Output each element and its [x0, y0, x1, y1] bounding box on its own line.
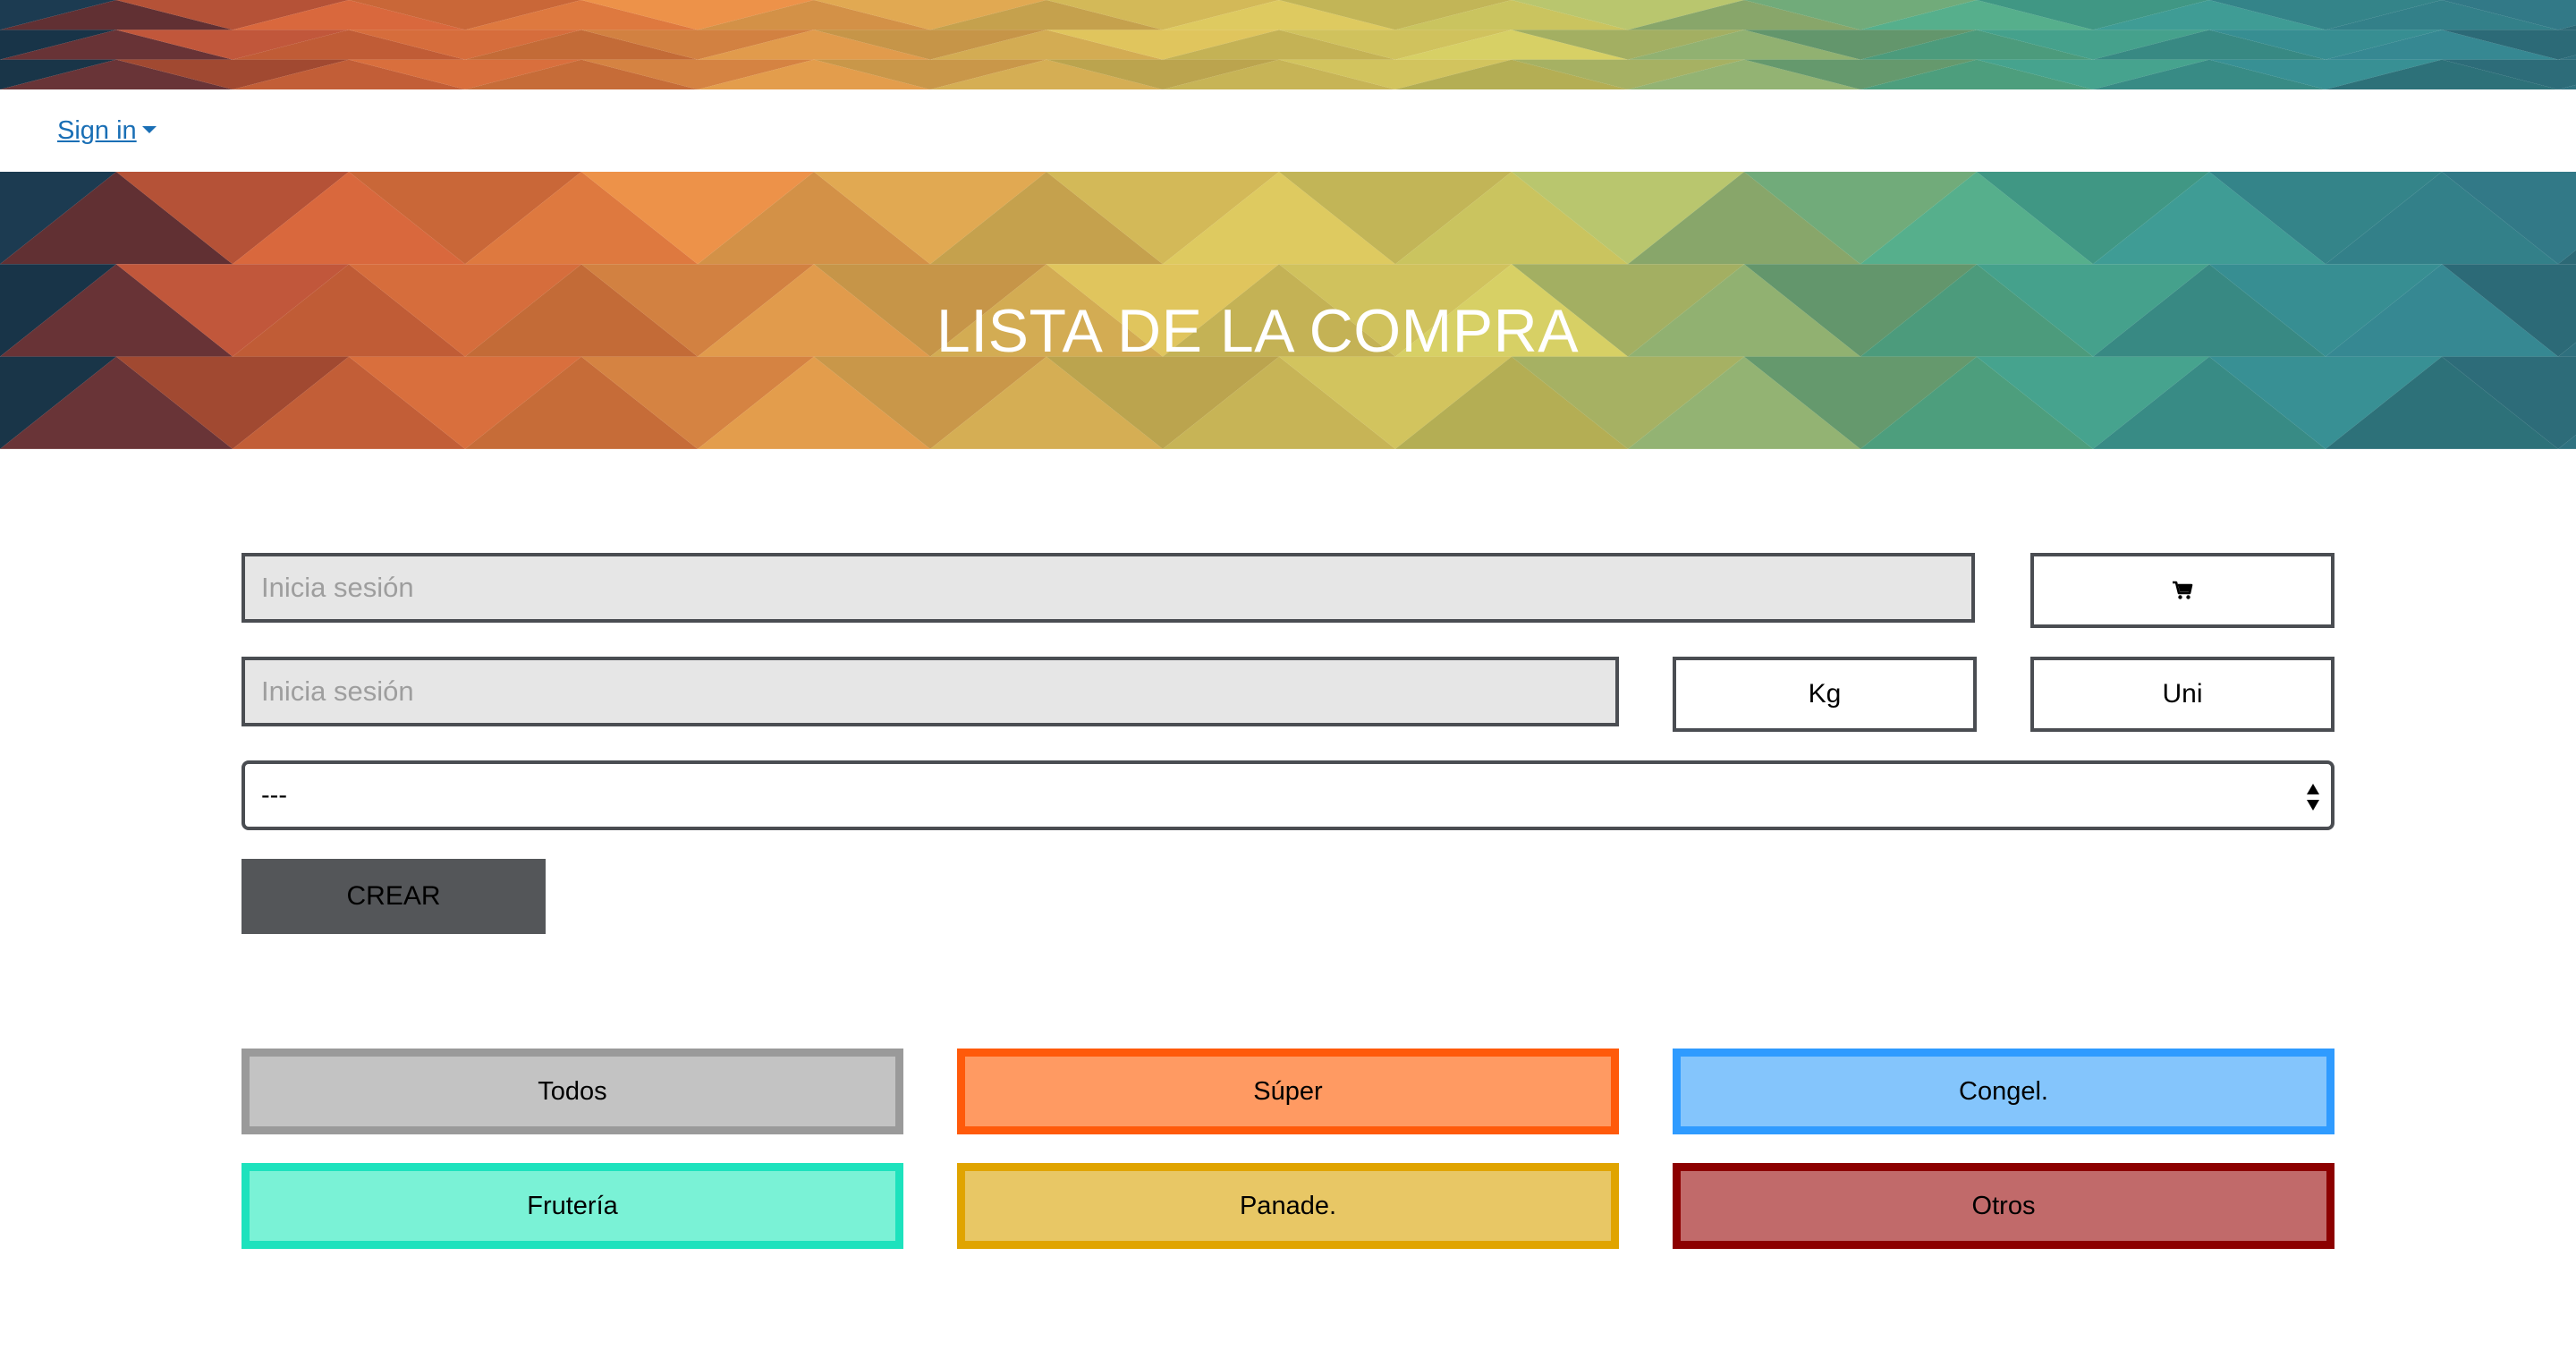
unit-uni-button[interactable]: Uni: [2030, 657, 2334, 732]
polygon-pattern-top: [0, 0, 2576, 89]
unit-kg-button[interactable]: Kg: [1673, 657, 1977, 732]
product-name-input[interactable]: [242, 553, 1975, 623]
filter-panade-button[interactable]: Panade.: [957, 1163, 1619, 1249]
create-button[interactable]: CREAR: [242, 859, 546, 934]
signin-link[interactable]: Sign in: [57, 115, 157, 147]
filter-otros-button[interactable]: Otros: [1673, 1163, 2334, 1249]
add-to-cart-button[interactable]: [2030, 553, 2334, 628]
category-select[interactable]: ---: [242, 760, 2334, 830]
category-select-value: ---: [261, 781, 287, 810]
quantity-input[interactable]: [242, 657, 1619, 726]
signin-label: Sign in: [57, 116, 137, 145]
filter-fruteria-button[interactable]: Frutería: [242, 1163, 903, 1249]
caret-down-icon: [141, 126, 157, 134]
filter-super-button[interactable]: Súper: [957, 1049, 1619, 1134]
filter-congel-button[interactable]: Congel.: [1673, 1049, 2334, 1134]
cart-icon: [2173, 581, 2193, 599]
page-title: LISTA DE LA COMPRA: [936, 297, 1580, 365]
navbar: [0, 89, 2576, 172]
select-arrows-icon: [2307, 784, 2319, 811]
filter-todos-button[interactable]: Todos: [242, 1049, 903, 1134]
header-banner-top: [0, 0, 2576, 89]
